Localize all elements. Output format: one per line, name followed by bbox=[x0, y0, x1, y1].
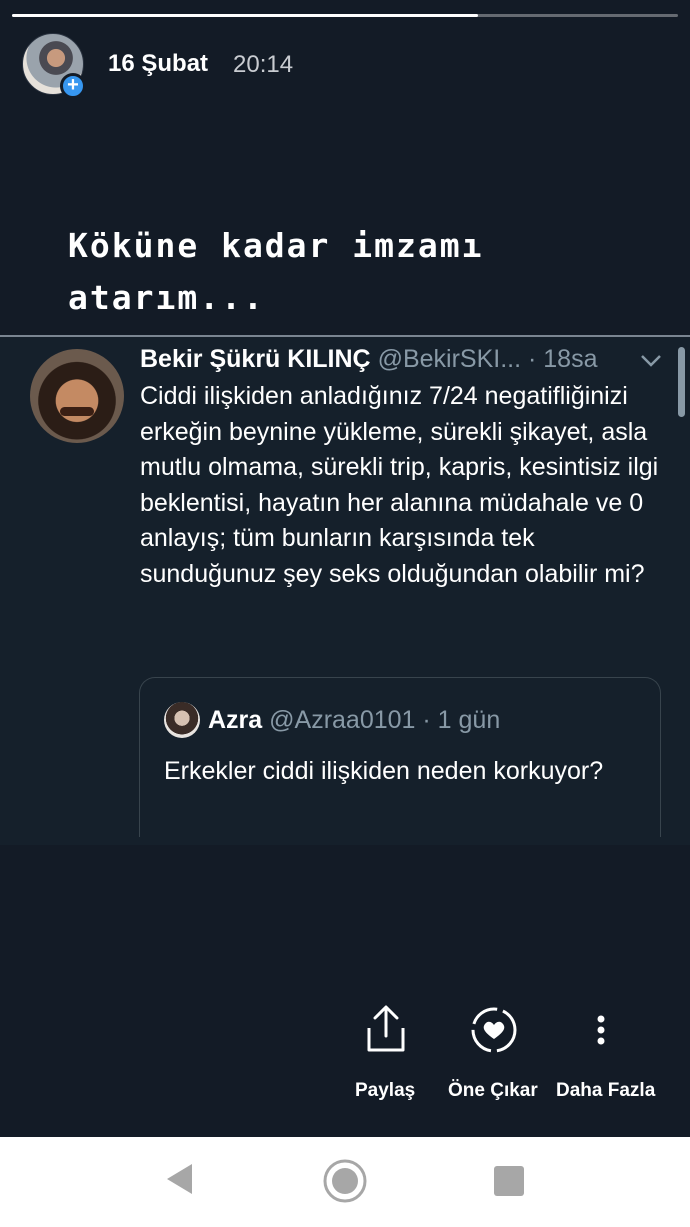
share-button[interactable]: Paylaş bbox=[355, 1002, 416, 1101]
tweet-screenshot: Bekir Şükrü KILINÇ @BekirSKI... · 18sa C… bbox=[0, 335, 690, 845]
story-viewer[interactable]: + 16 Şubat 20:14 Köküne kadar imzamı ata… bbox=[0, 0, 690, 1137]
story-timestamp: 20:14 bbox=[233, 51, 294, 78]
quoted-tweet-text: Erkekler ciddi ilişkiden neden korkuyor? bbox=[164, 757, 604, 785]
tweet-author-handle: @BekirSKI... bbox=[377, 345, 522, 373]
share-icon bbox=[367, 1005, 405, 1052]
recent-square-icon[interactable] bbox=[494, 1166, 524, 1196]
story-progress-bar bbox=[12, 14, 678, 17]
tweet-header: Bekir Şükrü KILINÇ @BekirSKI... · 18sa bbox=[140, 345, 597, 374]
tweet-time: · 18sa bbox=[528, 345, 598, 373]
highlight-button[interactable]: Öne Çıkar bbox=[448, 1002, 538, 1101]
quoted-author-avatar bbox=[164, 702, 200, 738]
plus-icon[interactable]: + bbox=[60, 73, 86, 99]
profile-avatar-group[interactable]: + bbox=[22, 33, 86, 99]
back-triangle-icon[interactable] bbox=[164, 1162, 194, 1196]
quoted-tweet-time: · 1 gün bbox=[422, 706, 501, 734]
heart-circle-icon bbox=[471, 1007, 517, 1053]
story-caption: Köküne kadar imzamı atarım... bbox=[68, 226, 484, 317]
share-label: Paylaş bbox=[355, 1080, 416, 1101]
more-vertical-icon bbox=[597, 1015, 605, 1045]
tweet-text: Ciddi ilişkiden anladığınız 7/24 negatif… bbox=[140, 382, 659, 588]
tweet-author-name: Bekir Şükrü KILINÇ bbox=[140, 345, 371, 373]
chevron-down-icon bbox=[640, 351, 662, 374]
more-label: Daha Fazla bbox=[556, 1080, 656, 1101]
quoted-tweet-header: Azra @Azraa0101 · 1 gün bbox=[208, 706, 500, 735]
highlight-label: Öne Çıkar bbox=[448, 1080, 538, 1101]
story-username[interactable]: 16 Şubat bbox=[108, 50, 208, 78]
more-button[interactable]: Daha Fazla bbox=[556, 1002, 655, 1101]
quoted-author-handle: @Azraa0101 bbox=[269, 706, 416, 734]
home-circle-icon[interactable] bbox=[322, 1158, 368, 1204]
scrollbar-thumb bbox=[678, 347, 685, 417]
story-progress-fill bbox=[12, 14, 479, 17]
android-nav-bar bbox=[0, 1137, 690, 1227]
quoted-tweet: Azra @Azraa0101 · 1 gün Erkekler ciddi i… bbox=[139, 677, 661, 837]
quoted-author-name: Azra bbox=[208, 706, 263, 734]
tweet-author-avatar bbox=[30, 349, 124, 443]
